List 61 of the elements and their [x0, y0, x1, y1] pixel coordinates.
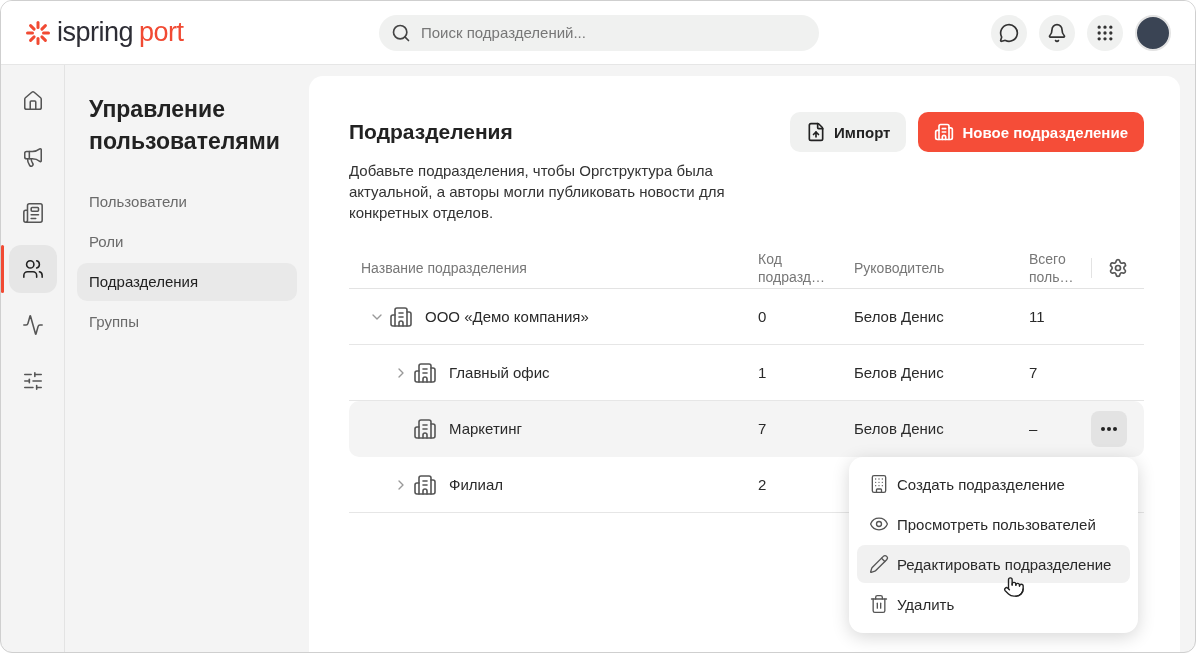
- bell-icon: [1047, 22, 1067, 43]
- building-icon: [934, 122, 955, 142]
- nav-item[interactable]: Пользователи: [77, 183, 297, 221]
- page-description: Добавьте подразделения, чтобы Оргструктура была актуальной, а авторы могли публиковать новости для конкретных отделов.: [349, 161, 726, 223]
- sliders-icon: [21, 370, 44, 392]
- column-header: Код подразд…: [758, 250, 826, 285]
- table-cell: –: [1029, 419, 1038, 437]
- pencil-icon: [869, 554, 889, 574]
- apps-button[interactable]: [1087, 14, 1123, 51]
- search-icon: [391, 22, 411, 43]
- nav-item[interactable]: Группы: [77, 303, 297, 341]
- building-icon: [869, 474, 889, 494]
- column-header: Всего поль…: [1029, 250, 1075, 285]
- building-icon: [413, 360, 437, 385]
- nav-item[interactable]: Роли: [77, 223, 297, 261]
- table-cell: Маркетинг: [449, 420, 522, 437]
- table-cell: 11: [1029, 307, 1045, 325]
- page-title: Подразделения: [349, 120, 514, 144]
- menu-item[interactable]: Удалить: [857, 585, 1130, 623]
- table-cell: 7: [1029, 363, 1038, 381]
- search-field[interactable]: Поиск подразделений...: [419, 23, 807, 42]
- import-button[interactable]: Импорт: [790, 112, 907, 152]
- logo-text: ispring: [57, 19, 134, 46]
- table-cell: Белов Денис: [854, 419, 944, 437]
- building-icon: [413, 472, 437, 497]
- more-icon: [1101, 426, 1117, 431]
- settings-icon[interactable]: [1108, 257, 1128, 278]
- trash-icon: [869, 594, 889, 614]
- table-row[interactable]: ООО «Демо компания» 0 Белов Денис 11: [349, 289, 1144, 345]
- table-cell: Главный офис: [449, 364, 550, 381]
- logo-text: port: [139, 19, 184, 46]
- table-cell: ООО «Демо компания»: [425, 308, 589, 325]
- table-cell: 2: [758, 475, 767, 493]
- building-icon: [413, 416, 437, 441]
- table-cell: 7: [758, 419, 767, 437]
- home-icon: [21, 90, 44, 112]
- column-header: Руководитель: [854, 259, 946, 276]
- logo-icon: [25, 19, 51, 46]
- table-cell: Белов Денис: [854, 363, 944, 381]
- chat-button[interactable]: [991, 14, 1027, 51]
- new-department-button[interactable]: Новое подразделение: [918, 112, 1144, 152]
- table-cell: Белов Денис: [854, 307, 944, 325]
- search-bar[interactable]: Поиск подразделений...: [379, 14, 819, 51]
- building-icon: [389, 304, 413, 329]
- info-card-icon: [21, 202, 44, 224]
- menu-item[interactable]: Создать подразделение: [857, 465, 1130, 503]
- nav-item[interactable]: Подразделения: [77, 263, 297, 301]
- table-cell: 0: [758, 307, 767, 325]
- notifications-button[interactable]: [1039, 14, 1075, 51]
- avatar[interactable]: [1135, 14, 1171, 51]
- file-upload-icon: [806, 122, 827, 142]
- speech-bubble-icon: [999, 22, 1019, 43]
- column-header: Название подразделения: [361, 259, 528, 276]
- table-cell: 1: [758, 363, 767, 381]
- megaphone-icon: [21, 146, 44, 168]
- hand-cursor-icon: [1003, 576, 1025, 598]
- table-cell: Филиал: [449, 476, 503, 493]
- pulse-icon: [21, 314, 44, 336]
- more-button[interactable]: [1091, 410, 1127, 447]
- section-title: Управление пользователями: [89, 95, 281, 156]
- users-icon: [21, 258, 44, 280]
